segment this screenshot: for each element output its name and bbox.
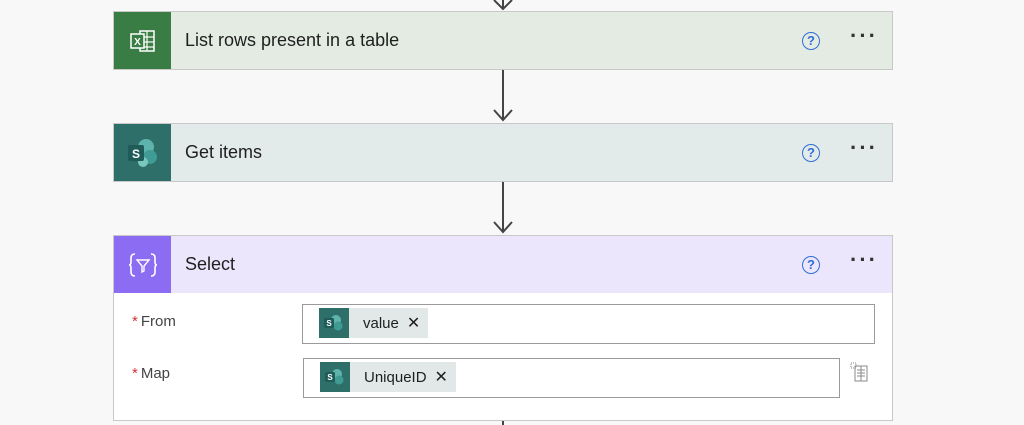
- sharepoint-icon: S: [114, 124, 171, 181]
- map-label: * Map: [132, 365, 171, 382]
- excel-icon: X: [114, 12, 171, 69]
- remove-token-icon[interactable]: ✕: [407, 313, 420, 333]
- more-options-button[interactable]: ···: [850, 248, 878, 275]
- step-card-list-rows[interactable]: X List rows present in a table ? ···: [113, 11, 893, 70]
- step-header[interactable]: X List rows present in a table ? ···: [114, 12, 892, 69]
- svg-text:S: S: [131, 147, 139, 161]
- map-field-row: * Map S UniqueID ✕: [114, 344, 892, 404]
- switch-to-text-mode-icon[interactable]: [850, 362, 868, 387]
- step-title: Get items: [185, 142, 263, 162]
- connector-arrow: [493, 182, 513, 234]
- sharepoint-icon: S: [320, 362, 350, 392]
- help-icon[interactable]: ?: [802, 31, 821, 50]
- step-header[interactable]: S Get items ? ···: [114, 124, 892, 181]
- remove-token-icon[interactable]: ✕: [435, 367, 448, 387]
- connector-arrow: [493, 70, 513, 122]
- step-card-select[interactable]: Select ? ··· * From S value ✕ * Map S Un…: [113, 235, 893, 421]
- token-label: value: [363, 314, 399, 332]
- from-field-row: * From S value ✕: [114, 293, 892, 344]
- step-title: Select: [185, 254, 236, 274]
- from-label: * From: [132, 313, 176, 330]
- step-card-get-items[interactable]: S Get items ? ···: [113, 123, 893, 182]
- svg-text:S: S: [326, 319, 332, 328]
- from-input[interactable]: S value ✕: [302, 304, 875, 344]
- svg-text:X: X: [134, 37, 141, 48]
- more-options-button[interactable]: ···: [850, 24, 878, 51]
- dynamic-content-token[interactable]: S value ✕: [319, 308, 429, 338]
- step-header[interactable]: Select ? ···: [114, 236, 892, 293]
- map-input[interactable]: S UniqueID ✕: [303, 358, 840, 398]
- step-title: List rows present in a table: [185, 30, 400, 50]
- more-options-button[interactable]: ···: [850, 136, 878, 163]
- sharepoint-icon: S: [319, 308, 349, 338]
- data-operation-icon: [114, 236, 171, 293]
- svg-text:S: S: [327, 373, 333, 382]
- required-asterisk: *: [132, 313, 138, 330]
- required-asterisk: *: [132, 365, 138, 382]
- help-icon[interactable]: ?: [802, 255, 821, 274]
- dynamic-content-token[interactable]: S UniqueID ✕: [320, 362, 456, 392]
- help-icon[interactable]: ?: [802, 143, 821, 162]
- token-label: UniqueID: [364, 368, 427, 386]
- connector-line: [502, 421, 504, 425]
